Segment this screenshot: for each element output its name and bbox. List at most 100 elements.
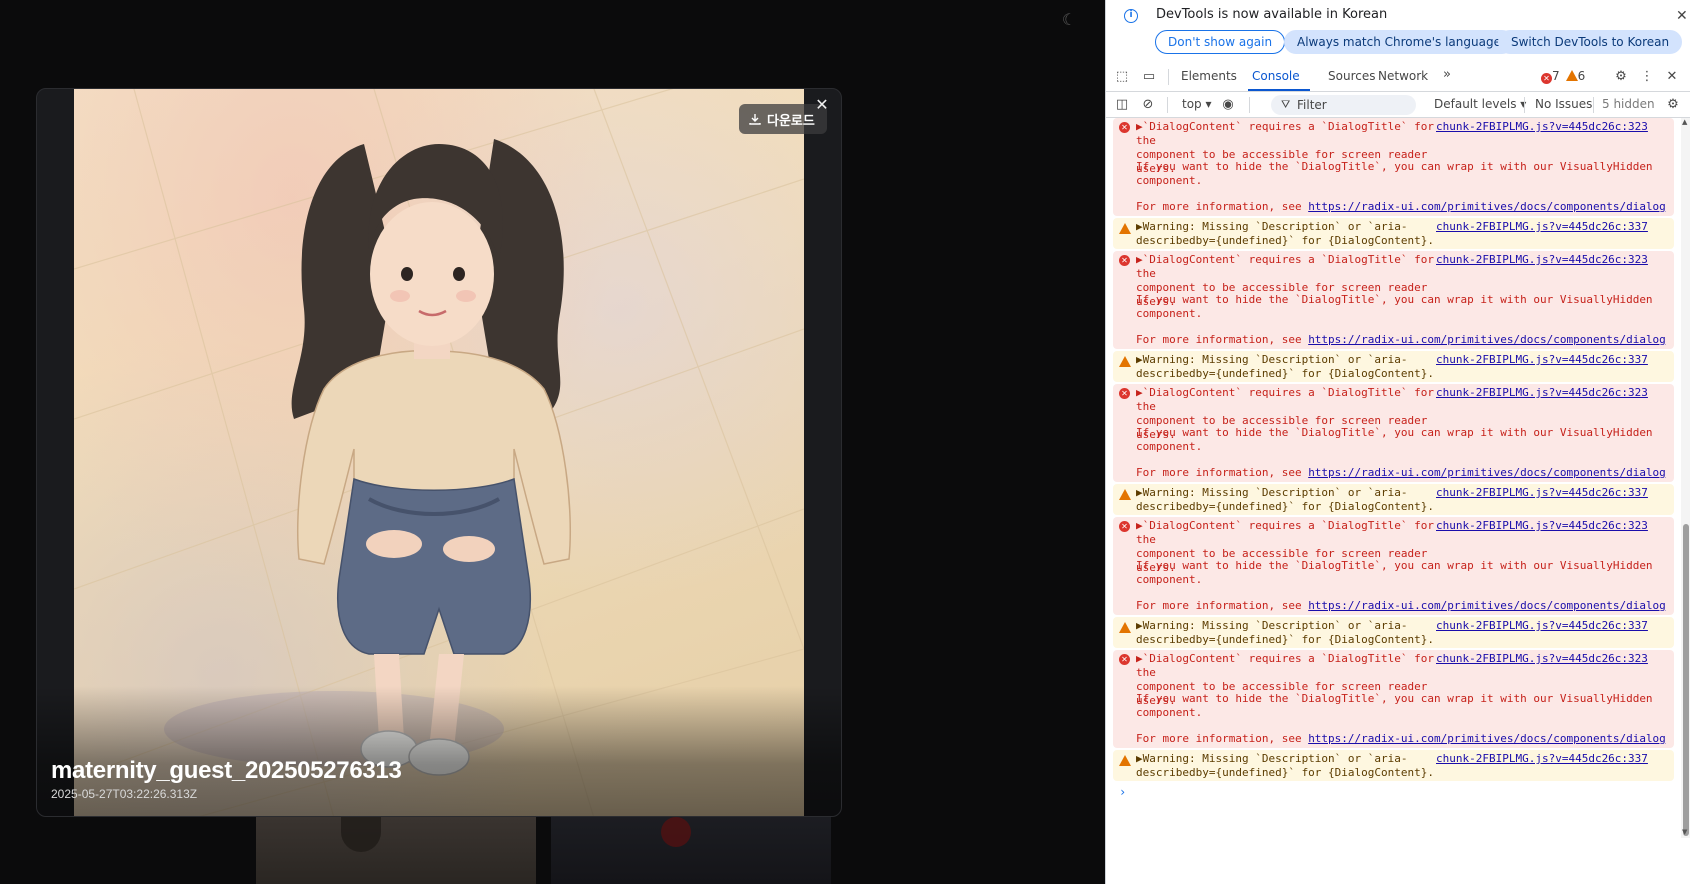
more-info-line: For more information, see https://radix-…: [1136, 333, 1666, 346]
console-warning-message[interactable]: ▶Warning: Missing `Description` or `aria…: [1113, 750, 1674, 781]
message-text: If you want to hide the `DialogTitle`, y…: [1136, 293, 1653, 306]
console-warning-message[interactable]: ▶Warning: Missing `Description` or `aria…: [1113, 484, 1674, 515]
message-text: component.: [1136, 174, 1203, 187]
gallery-thumbnail[interactable]: [256, 817, 536, 884]
warning-icon: [1119, 356, 1131, 367]
message-text: If you want to hide the `DialogTitle`, y…: [1136, 160, 1653, 173]
info-icon: i: [1124, 9, 1138, 23]
message-text: ▶Warning: Missing `Description` or `aria…: [1136, 353, 1435, 380]
moon-icon[interactable]: ☾: [1060, 12, 1078, 30]
message-text: component.: [1136, 573, 1203, 586]
scroll-up-icon[interactable]: ▲: [1682, 118, 1687, 126]
message-text: ▶Warning: Missing `Description` or `aria…: [1136, 752, 1435, 779]
more-options-icon[interactable]: ⋮: [1638, 68, 1656, 86]
language-infobar: i DevTools is now available in Korean ✕ …: [1106, 0, 1690, 60]
console-filter-input[interactable]: ⛛ Filter: [1271, 95, 1416, 115]
more-info-line: For more information, see https://radix-…: [1136, 466, 1666, 479]
issue-counter[interactable]: ✕ 7 6: [1541, 69, 1585, 84]
more-info-line: For more information, see https://radix-…: [1136, 732, 1666, 745]
app-page: ☾ maternity_guest_202505276313 2025-05-2…: [0, 0, 1105, 884]
console-error-message[interactable]: ✕ ▶`DialogContent` requires a `DialogTitl…: [1113, 118, 1674, 216]
console-warning-message[interactable]: ▶Warning: Missing `Description` or `aria…: [1113, 351, 1674, 382]
warning-icon: [1119, 223, 1131, 234]
scroll-thumb[interactable]: [1683, 524, 1689, 836]
close-icon[interactable]: ✕: [815, 98, 829, 114]
download-label: 다운로드: [767, 112, 815, 128]
clear-console-icon[interactable]: ⊘: [1139, 96, 1157, 114]
docs-link[interactable]: https://radix-ui.com/primitives/docs/com…: [1308, 732, 1666, 745]
image-dialog: maternity_guest_202505276313 2025-05-27T…: [36, 88, 842, 817]
docs-link[interactable]: https://radix-ui.com/primitives/docs/com…: [1308, 466, 1666, 479]
download-icon: [749, 114, 761, 125]
hidden-messages-count: 5 hidden: [1602, 97, 1655, 111]
source-link[interactable]: chunk-2FBIPLMG.js?v=445dc26c:323: [1436, 120, 1648, 134]
tab-console[interactable]: Console: [1252, 69, 1300, 83]
error-icon: ✕: [1119, 122, 1130, 133]
tab-sources[interactable]: Sources: [1328, 69, 1375, 83]
source-link[interactable]: chunk-2FBIPLMG.js?v=445dc26c:337: [1436, 220, 1648, 234]
error-icon: ✕: [1119, 521, 1130, 532]
download-button[interactable]: 다운로드: [739, 104, 827, 134]
source-link[interactable]: chunk-2FBIPLMG.js?v=445dc26c:337: [1436, 486, 1648, 500]
infobar-close-icon[interactable]: ✕: [1676, 8, 1688, 24]
source-link[interactable]: chunk-2FBIPLMG.js?v=445dc26c:337: [1436, 752, 1648, 766]
message-text: ▶Warning: Missing `Description` or `aria…: [1136, 220, 1435, 247]
gallery-thumbnail[interactable]: [551, 817, 831, 884]
console-prompt[interactable]: ›: [1119, 785, 1126, 799]
console-scrollbar[interactable]: ▲ ▼: [1681, 118, 1690, 838]
source-link[interactable]: chunk-2FBIPLMG.js?v=445dc26c:323: [1436, 652, 1648, 666]
device-toolbar-icon[interactable]: ▭: [1140, 68, 1158, 86]
scroll-down-icon[interactable]: ▼: [1682, 828, 1687, 836]
tab-elements[interactable]: Elements: [1181, 69, 1237, 83]
switch-to-korean-button[interactable]: Switch DevTools to Korean: [1498, 30, 1683, 54]
tab-network[interactable]: Network: [1378, 69, 1428, 83]
log-levels-dropdown[interactable]: Default levels ▾: [1434, 97, 1526, 111]
console-warning-message[interactable]: ▶Warning: Missing `Description` or `aria…: [1113, 218, 1674, 249]
error-icon: ✕: [1119, 388, 1130, 399]
source-link[interactable]: chunk-2FBIPLMG.js?v=445dc26c:337: [1436, 353, 1648, 367]
close-devtools-icon[interactable]: ✕: [1663, 68, 1681, 86]
live-expression-eye-icon[interactable]: ◉: [1219, 96, 1237, 114]
dont-show-again-button[interactable]: Don't show again: [1155, 30, 1286, 54]
console-error-message[interactable]: ✕ ▶`DialogContent` requires a `DialogTitl…: [1113, 384, 1674, 482]
image-timestamp: 2025-05-27T03:22:26.313Z: [51, 787, 198, 801]
more-tabs-icon[interactable]: »: [1443, 67, 1451, 82]
filter-icon: ⛛: [1281, 98, 1291, 111]
docs-link[interactable]: https://radix-ui.com/primitives/docs/com…: [1308, 333, 1666, 346]
message-text: If you want to hide the `DialogTitle`, y…: [1136, 692, 1653, 705]
console-error-message[interactable]: ✕ ▶`DialogContent` requires a `DialogTitl…: [1113, 251, 1674, 349]
source-link[interactable]: chunk-2FBIPLMG.js?v=445dc26c:323: [1436, 253, 1648, 267]
message-text: ▶Warning: Missing `Description` or `aria…: [1136, 619, 1435, 646]
context-selector[interactable]: top ▾: [1182, 97, 1212, 111]
more-info-line: For more information, see https://radix-…: [1136, 200, 1666, 213]
more-info-line: For more information, see https://radix-…: [1136, 599, 1666, 612]
error-icon: ✕: [1119, 654, 1130, 665]
console-error-message[interactable]: ✕ ▶`DialogContent` requires a `DialogTitl…: [1113, 517, 1674, 615]
console-error-message[interactable]: ✕ ▶`DialogContent` requires a `DialogTitl…: [1113, 650, 1674, 748]
message-text: If you want to hide the `DialogTitle`, y…: [1136, 426, 1653, 439]
source-link[interactable]: chunk-2FBIPLMG.js?v=445dc26c:323: [1436, 519, 1648, 533]
source-link[interactable]: chunk-2FBIPLMG.js?v=445dc26c:323: [1436, 386, 1648, 400]
infobar-message: DevTools is now available in Korean: [1156, 7, 1388, 22]
message-text: If you want to hide the `DialogTitle`, y…: [1136, 559, 1653, 572]
message-text: ▶Warning: Missing `Description` or `aria…: [1136, 486, 1435, 513]
console-warning-message[interactable]: ▶Warning: Missing `Description` or `aria…: [1113, 617, 1674, 648]
settings-gear-icon[interactable]: ⚙: [1612, 68, 1630, 86]
active-tab-indicator: [1248, 89, 1310, 91]
issues-button[interactable]: No Issues: [1535, 97, 1592, 111]
console-toolbar: ◫ ⊘ top ▾ ◉ ⛛ Filter Default levels ▾ No…: [1106, 92, 1690, 118]
devtools-tabbar: ⬚ ▭ Elements Console Sources Network » ✕…: [1106, 62, 1690, 92]
always-match-language-button[interactable]: Always match Chrome's language: [1284, 30, 1514, 54]
image-title: maternity_guest_202505276313: [51, 757, 402, 784]
error-icon: ✕: [1541, 73, 1552, 84]
warning-count: 6: [1577, 69, 1586, 83]
warning-icon: [1119, 622, 1131, 633]
source-link[interactable]: chunk-2FBIPLMG.js?v=445dc26c:337: [1436, 619, 1648, 633]
warning-icon: [1119, 489, 1131, 500]
devtools-panel: i DevTools is now available in Korean ✕ …: [1105, 0, 1690, 884]
inspect-element-icon[interactable]: ⬚: [1113, 68, 1131, 86]
docs-link[interactable]: https://radix-ui.com/primitives/docs/com…: [1308, 599, 1666, 612]
docs-link[interactable]: https://radix-ui.com/primitives/docs/com…: [1308, 200, 1666, 213]
console-settings-gear-icon[interactable]: ⚙: [1664, 96, 1682, 114]
sidebar-toggle-icon[interactable]: ◫: [1113, 96, 1131, 114]
